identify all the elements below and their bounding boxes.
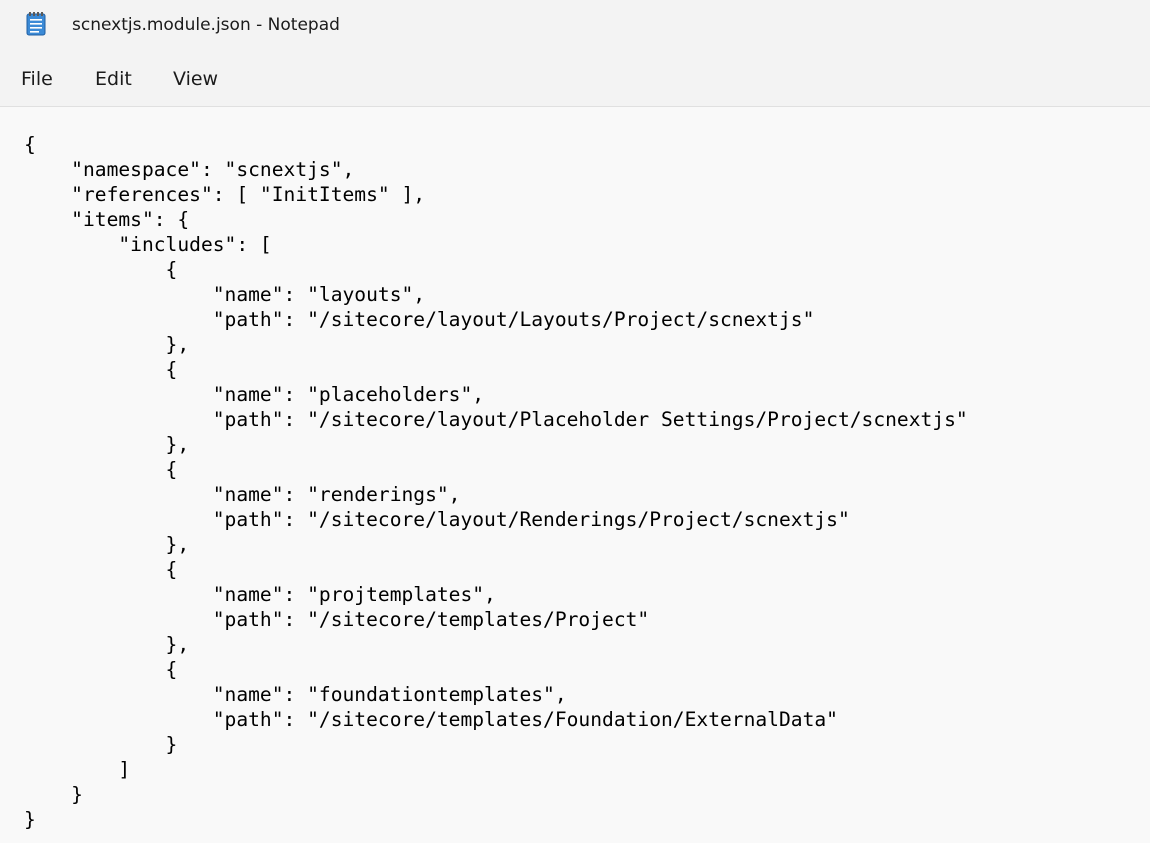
notepad-window: scnextjs.module.json - Notepad File Edit… [0,0,1150,843]
editor-content[interactable]: { "namespace": "scnextjs", "references":… [24,132,968,832]
notepad-icon [26,12,46,36]
menu-edit[interactable]: Edit [95,67,132,91]
text-editor[interactable]: { "namespace": "scnextjs", "references":… [0,107,1150,843]
menu-view[interactable]: View [173,67,218,91]
menu-bar: File Edit View [0,50,1150,107]
title-bar[interactable]: scnextjs.module.json - Notepad [0,0,1150,50]
menu-file[interactable]: File [21,67,53,91]
window-title: scnextjs.module.json - Notepad [72,15,340,35]
